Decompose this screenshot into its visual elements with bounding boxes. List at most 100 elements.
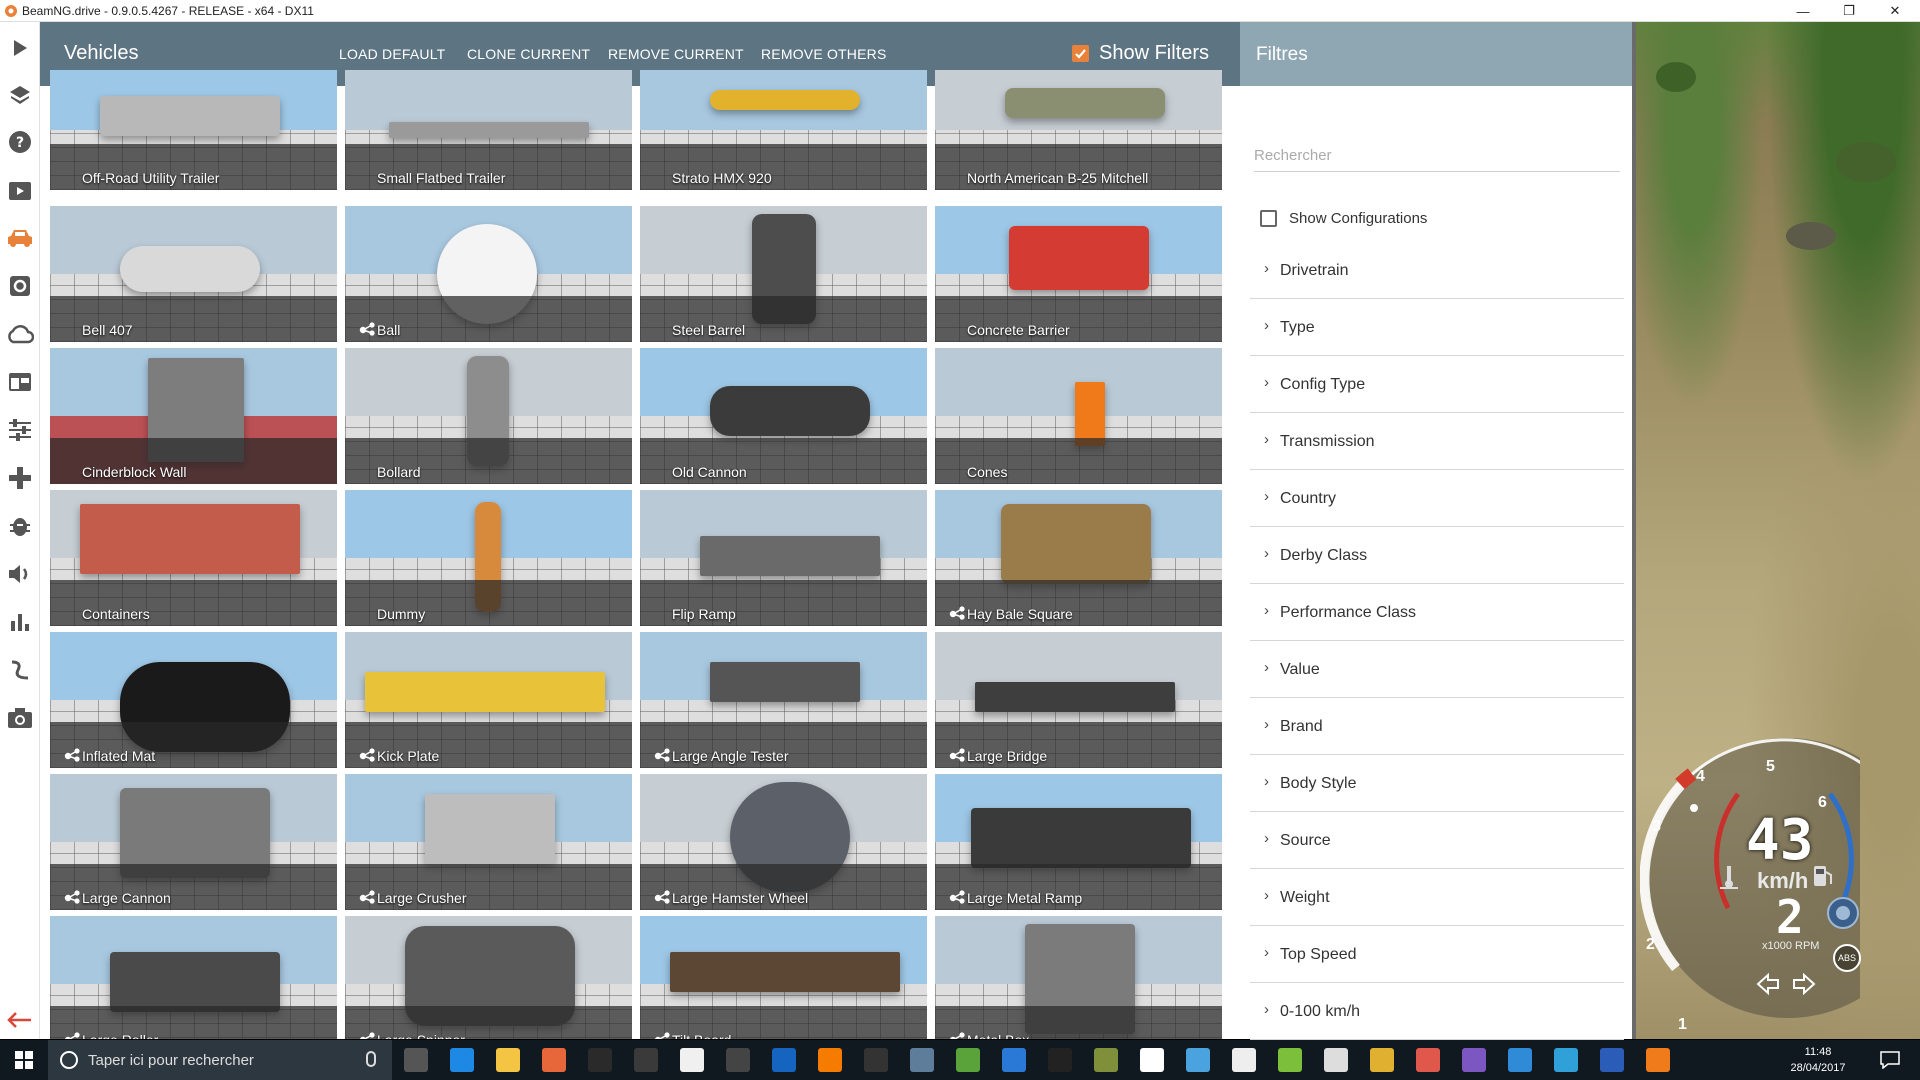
filter-category-type[interactable]: › Type — [1250, 299, 1624, 356]
taskbar-app-icon[interactable] — [1416, 1048, 1440, 1072]
taskbar-app-icon[interactable] — [1094, 1048, 1118, 1072]
vehicle-card[interactable]: Large Crusher — [345, 774, 632, 910]
video-icon[interactable] — [6, 176, 34, 204]
filter-category-drivetrain[interactable]: › Drivetrain — [1250, 242, 1624, 299]
vehicle-card[interactable]: Large Hamster Wheel — [640, 774, 927, 910]
remove-current-button[interactable]: REMOVE CURRENT — [608, 46, 744, 62]
vehicle-card[interactable]: Bollard — [345, 348, 632, 484]
layers-icon[interactable] — [6, 81, 34, 109]
vehicle-card[interactable]: Cinderblock Wall — [50, 348, 337, 484]
close-button[interactable]: ✕ — [1872, 0, 1918, 22]
taskbar-app-icon[interactable] — [404, 1048, 428, 1072]
taskbar-app-icon[interactable] — [772, 1048, 796, 1072]
taskbar-app-icon[interactable] — [634, 1048, 658, 1072]
route-icon[interactable] — [6, 656, 34, 684]
taskbar-app-icon[interactable] — [1462, 1048, 1486, 1072]
vehicle-card[interactable]: Dummy — [345, 490, 632, 626]
show-configurations-checkbox[interactable]: Show Configurations — [1260, 210, 1427, 227]
play-icon[interactable] — [6, 34, 34, 62]
filter-category-value[interactable]: › Value — [1250, 641, 1624, 698]
browser-icon[interactable] — [6, 368, 34, 396]
vehicle-card[interactable]: Large Roller — [50, 916, 337, 1039]
vehicle-card[interactable]: Large Cannon — [50, 774, 337, 910]
taskbar-app-icon[interactable] — [1232, 1048, 1256, 1072]
vehicle-card[interactable]: Flip Ramp — [640, 490, 927, 626]
filter-category-weight[interactable]: › Weight — [1250, 869, 1624, 926]
filter-category-country[interactable]: › Country — [1250, 470, 1624, 527]
show-filters-toggle[interactable]: Show Filters — [1072, 42, 1209, 65]
vehicle-card[interactable]: Old Cannon — [640, 348, 927, 484]
vehicle-card[interactable]: Ball — [345, 206, 632, 342]
filter-category-transmission[interactable]: › Transmission — [1250, 413, 1624, 470]
taskbar-app-icon[interactable] — [1324, 1048, 1348, 1072]
taskbar-app-icon[interactable] — [1278, 1048, 1302, 1072]
cloud-icon[interactable] — [6, 320, 34, 348]
taskbar-app-icon[interactable] — [1600, 1048, 1624, 1072]
taskbar-app-icon[interactable] — [910, 1048, 934, 1072]
minimize-button[interactable]: — — [1780, 0, 1826, 22]
remove-others-button[interactable]: REMOVE OTHERS — [761, 46, 887, 62]
taskbar-app-icon[interactable] — [818, 1048, 842, 1072]
filter-category-source[interactable]: › Source — [1250, 812, 1624, 869]
back-arrow-icon[interactable] — [6, 1006, 34, 1034]
taskbar-app-icon[interactable] — [1554, 1048, 1578, 1072]
taskbar-app-icon[interactable] — [680, 1048, 704, 1072]
vehicle-card[interactable]: Steel Barrel — [640, 206, 927, 342]
taskbar-app-icon[interactable] — [1186, 1048, 1210, 1072]
vehicle-card[interactable]: Bell 407 — [50, 206, 337, 342]
vehicle-card[interactable]: North American B-25 Mitchell — [935, 70, 1222, 190]
taskbar-search-box[interactable]: Taper ici pour rechercher — [48, 1040, 392, 1080]
filter-category-body-style[interactable]: › Body Style — [1250, 755, 1624, 812]
vehicle-card[interactable]: Off-Road Utility Trailer — [50, 70, 337, 190]
taskbar-app-icon[interactable] — [1646, 1048, 1670, 1072]
vehicle-card[interactable]: Metal Box — [935, 916, 1222, 1039]
taskbar-app-icon[interactable] — [956, 1048, 980, 1072]
vehicle-card[interactable]: Strato HMX 920 — [640, 70, 927, 190]
vehicle-card[interactable]: Kick Plate — [345, 632, 632, 768]
vehicle-card[interactable]: Large Angle Tester — [640, 632, 927, 768]
help-icon[interactable]: ? — [6, 128, 34, 156]
taskbar-app-icon[interactable] — [542, 1048, 566, 1072]
vehicle-card[interactable]: Tilt Board — [640, 916, 927, 1039]
vehicle-card[interactable]: Containers — [50, 490, 337, 626]
taskbar-app-icon[interactable] — [1370, 1048, 1394, 1072]
volume-icon[interactable] — [6, 560, 34, 588]
gamepad-icon[interactable] — [6, 464, 34, 492]
vehicle-card[interactable]: Concrete Barrier — [935, 206, 1222, 342]
taskbar-app-icon[interactable] — [1140, 1048, 1164, 1072]
vehicle-card[interactable]: Large Spinner — [345, 916, 632, 1039]
filters-search-input[interactable] — [1254, 140, 1620, 172]
settings-icon[interactable] — [6, 272, 34, 300]
vehicle-card[interactable]: Small Flatbed Trailer — [345, 70, 632, 190]
maximize-button[interactable]: ❐ — [1826, 0, 1872, 22]
filter-category-performance-class[interactable]: › Performance Class — [1250, 584, 1624, 641]
vehicle-card[interactable]: Large Metal Ramp — [935, 774, 1222, 910]
filter-category-brand[interactable]: › Brand — [1250, 698, 1624, 755]
microphone-icon[interactable] — [366, 1051, 376, 1067]
taskbar-app-icon[interactable] — [588, 1048, 612, 1072]
vehicle-card[interactable]: Hay Bale Square — [935, 490, 1222, 626]
taskbar-app-icon[interactable] — [1048, 1048, 1072, 1072]
stats-icon[interactable] — [6, 608, 34, 636]
camera-icon[interactable] — [6, 704, 34, 732]
taskbar-app-icon[interactable] — [1508, 1048, 1532, 1072]
taskbar-app-icon[interactable] — [496, 1048, 520, 1072]
filter-category-0-100-km-h[interactable]: › 0-100 km/h — [1250, 983, 1624, 1040]
load-default-button[interactable]: LOAD DEFAULT — [339, 46, 445, 62]
sliders-icon[interactable] — [6, 416, 34, 444]
vehicle-card[interactable]: Large Bridge — [935, 632, 1222, 768]
taskbar-app-icon[interactable] — [726, 1048, 750, 1072]
filter-category-top-speed[interactable]: › Top Speed — [1250, 926, 1624, 983]
vehicle-card[interactable]: Inflated Mat — [50, 632, 337, 768]
action-center-icon[interactable] — [1880, 1051, 1900, 1069]
filter-category-derby-class[interactable]: › Derby Class — [1250, 527, 1624, 584]
bug-icon[interactable] — [6, 512, 34, 540]
start-button[interactable] — [0, 1040, 48, 1080]
taskbar-app-icon[interactable] — [450, 1048, 474, 1072]
taskbar-app-icon[interactable] — [864, 1048, 888, 1072]
vehicle-card[interactable]: Cones — [935, 348, 1222, 484]
taskbar-app-icon[interactable] — [1002, 1048, 1026, 1072]
taskbar-clock[interactable]: 11:48 28/04/2017 — [1786, 1044, 1850, 1076]
filter-category-config-type[interactable]: › Config Type — [1250, 356, 1624, 413]
clone-current-button[interactable]: CLONE CURRENT — [467, 46, 590, 62]
